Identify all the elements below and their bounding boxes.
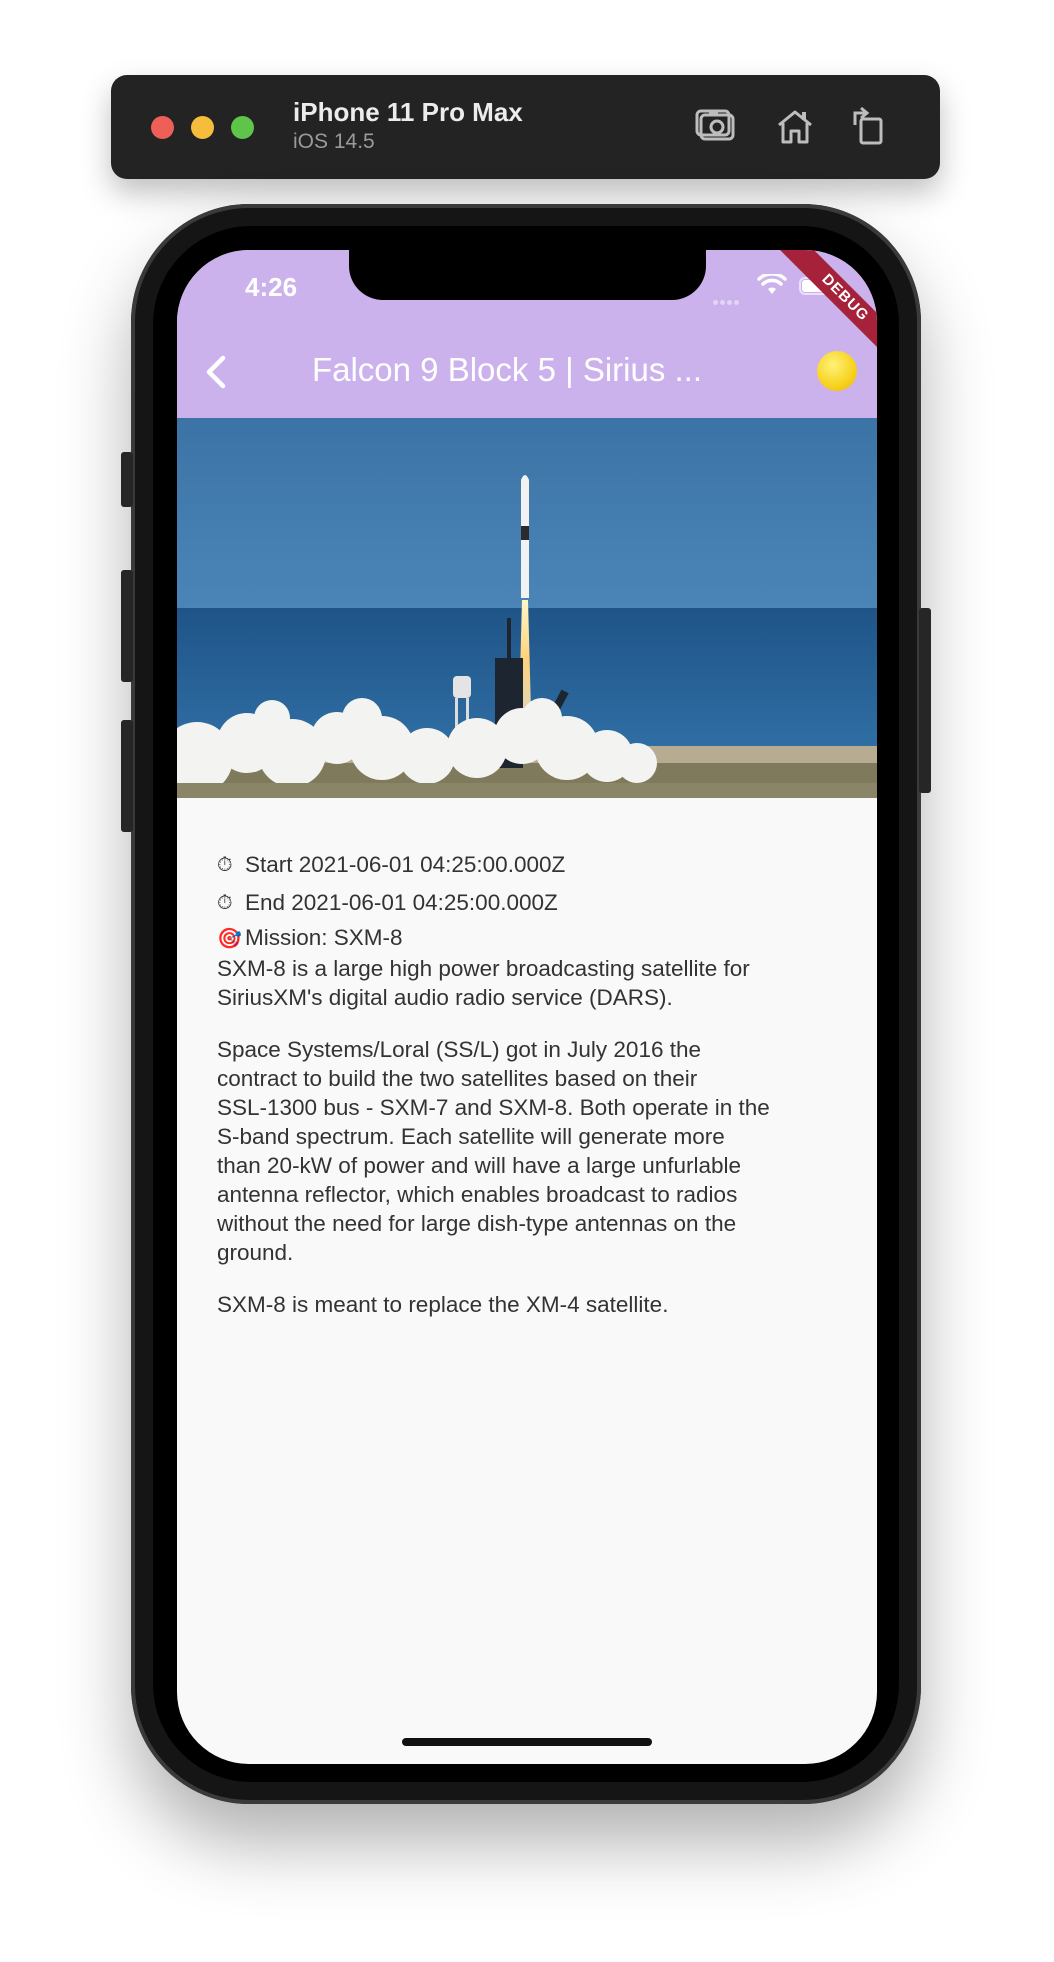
- phone-screen: 4:26 DEBUG Falcon 9 Block 5 | Sirius ...: [177, 250, 877, 1764]
- stopwatch-icon: ⏱: [217, 853, 233, 876]
- target-icon: 🎯: [217, 927, 242, 950]
- mission-description-paragraph: Space Systems/Loral (SS/L) got in July 2…: [217, 1037, 770, 1265]
- page-title: Falcon 9 Block 5 | Sirius ...: [311, 351, 703, 388]
- volume-up-button: [121, 570, 133, 682]
- rocket-launch-image: [177, 418, 877, 798]
- zoom-window-button[interactable]: [231, 116, 254, 139]
- device-name: iPhone 11 Pro Max: [293, 97, 523, 127]
- app-bar: 4:26 DEBUG Falcon 9 Block 5 | Sirius ...: [177, 250, 877, 418]
- debug-banner: DEBUG: [779, 250, 877, 364]
- sun-icon[interactable]: [817, 351, 857, 391]
- mission-description-paragraph: SXM-8 is a large high power broadcasting…: [217, 956, 750, 1010]
- mission-row: 🎯 Mission: SXM-8: [217, 922, 847, 954]
- volume-down-button: [121, 720, 133, 832]
- status-time: 4:26: [245, 272, 298, 302]
- end-time-text: End 2021-06-01 04:25:00.000Z: [245, 890, 558, 915]
- stopwatch-icon: ⏱: [217, 891, 233, 914]
- start-time-row: ⏱ Start 2021-06-01 04:25:00.000Z: [217, 846, 847, 884]
- start-time-text: Start 2021-06-01 04:25:00.000Z: [245, 852, 566, 877]
- mission-description-paragraph: SXM-8 is meant to replace the XM-4 satel…: [217, 1292, 669, 1317]
- end-time-row: ⏱ End 2021-06-01 04:25:00.000Z: [217, 884, 847, 922]
- launch-details: ⏱ Start 2021-06-01 04:25:00.000Z ⏱ End 2…: [217, 846, 847, 1342]
- minimize-window-button[interactable]: [191, 116, 214, 139]
- display-notch: [349, 250, 706, 300]
- wifi-icon: [757, 274, 787, 294]
- cellular-signal-icon: [713, 292, 745, 305]
- close-window-button[interactable]: [151, 116, 174, 139]
- back-arrow-icon[interactable]: [199, 348, 235, 396]
- power-button: [919, 608, 931, 793]
- home-icon[interactable]: [771, 103, 819, 151]
- simulator-toolbar: iPhone 11 Pro Max iOS 14.5: [111, 75, 940, 179]
- home-indicator[interactable]: [402, 1738, 652, 1746]
- mute-switch: [121, 452, 133, 507]
- os-version: iOS 14.5: [293, 130, 375, 153]
- screenshot-icon[interactable]: [693, 103, 741, 151]
- mission-name: Mission: SXM-8: [245, 925, 403, 950]
- rotate-icon[interactable]: [845, 103, 893, 151]
